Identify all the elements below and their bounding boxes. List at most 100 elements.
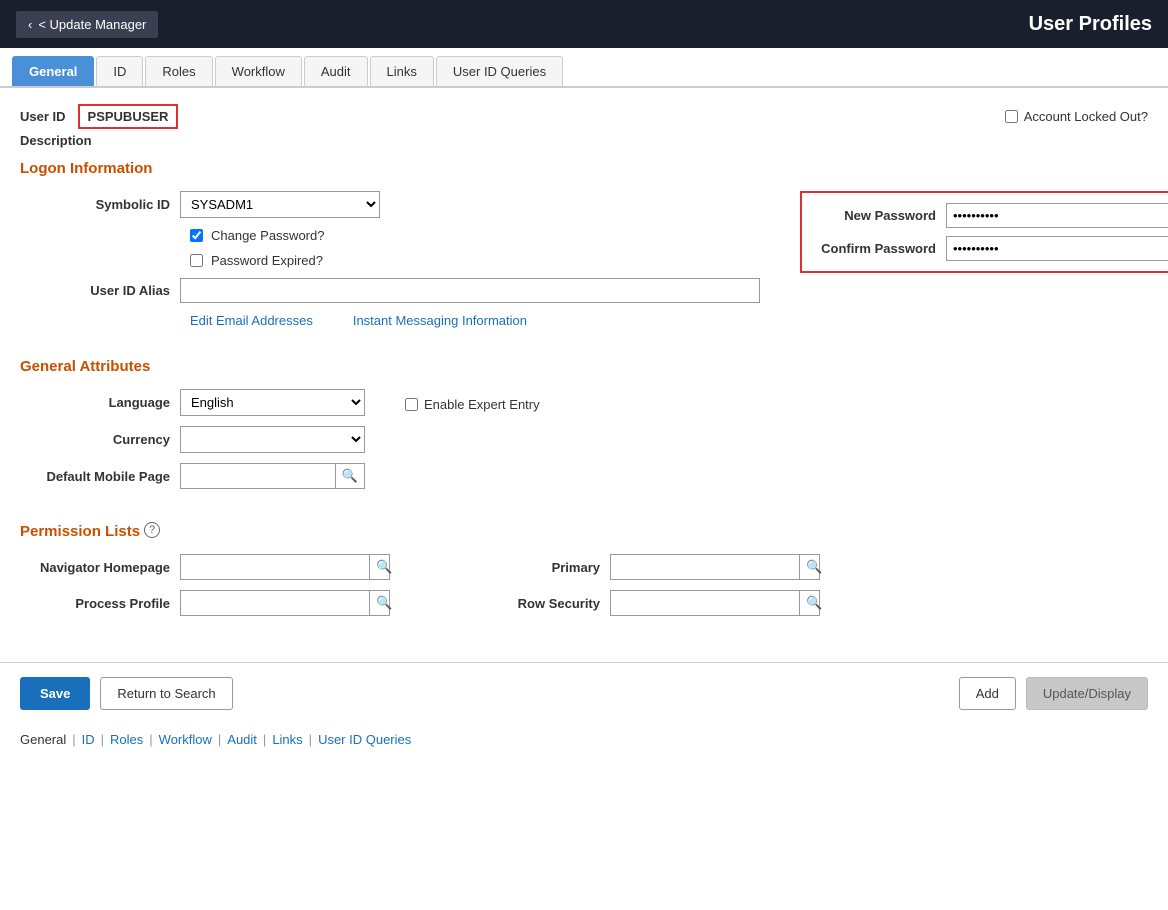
process-profile-label: Process Profile [20,596,180,611]
primary-input-wrap: 🔍 [610,554,820,580]
perm-right-col: Primary 🔍 Row Security 🔍 [450,554,820,616]
bottom-nav-audit[interactable]: Audit [227,732,257,747]
default-mobile-label: Default Mobile Page [20,469,180,484]
back-button-label: < Update Manager [38,17,146,32]
tab-audit[interactable]: Audit [304,56,368,86]
instant-messaging-link[interactable]: Instant Messaging Information [353,313,527,328]
user-id-left: User ID PSPUBUSER [20,104,178,129]
default-mobile-row: Default Mobile Page 🔍 [20,463,365,489]
update-display-button: Update/Display [1026,677,1148,710]
user-id-value: PSPUBUSER [78,104,179,129]
general-attributes-heading: General Attributes [20,358,1148,375]
tab-links[interactable]: Links [370,56,434,86]
enable-expert-checkbox[interactable] [405,398,418,411]
edit-email-link[interactable]: Edit Email Addresses [190,313,313,328]
bottom-nav-roles[interactable]: Roles [110,732,143,747]
process-profile-row: Process Profile 🔍 [20,590,390,616]
tab-general[interactable]: General [12,56,94,86]
user-id-alias-label: User ID Alias [20,283,180,298]
password-expired-checkbox[interactable] [190,254,203,267]
bottom-nav-user-id-queries[interactable]: User ID Queries [318,732,411,747]
bottom-nav: General | ID | Roles | Workflow | Audit … [0,724,1168,755]
symbolic-id-label: Symbolic ID [20,197,180,212]
tab-user-id-queries[interactable]: User ID Queries [436,56,563,86]
primary-input[interactable] [611,556,799,579]
add-button[interactable]: Add [959,677,1016,710]
change-password-checkbox[interactable] [190,229,203,242]
bottom-nav-links[interactable]: Links [272,732,302,747]
bottom-nav-id[interactable]: ID [82,732,95,747]
process-profile-search-btn[interactable]: 🔍 [369,591,398,615]
currency-label: Currency [20,432,180,447]
back-button[interactable]: ‹ < Update Manager [16,11,158,38]
symbolic-id-select[interactable]: SYSADM1 [180,191,380,218]
navigator-homepage-label: Navigator Homepage [20,560,180,575]
return-to-search-button[interactable]: Return to Search [100,677,232,710]
default-mobile-search-btn[interactable]: 🔍 [335,464,364,488]
footer-left-buttons: Save Return to Search [20,677,233,710]
general-attributes-section: General Attributes Language English Fren… [20,358,1148,499]
enable-expert-label: Enable Expert Entry [424,397,540,412]
language-select[interactable]: English French Spanish German [180,389,365,416]
permission-heading-row: Permission Lists ? [20,519,1148,540]
logon-left-col: Symbolic ID SYSADM1 Change Password? Pas… [20,191,760,338]
process-profile-input-wrap: 🔍 [180,590,390,616]
general-attributes-right: Enable Expert Entry [405,389,540,499]
symbolic-id-row: Symbolic ID SYSADM1 [20,191,760,218]
row-security-row: Row Security 🔍 [450,590,820,616]
password-box: New Password Confirm Password [800,191,1168,273]
new-password-row: New Password [816,203,1168,228]
permission-lists-heading: Permission Lists [20,523,140,540]
password-expired-label: Password Expired? [211,253,323,268]
navigator-homepage-input[interactable] [181,556,369,579]
sep-6: | [309,732,312,747]
help-icon[interactable]: ? [144,522,160,538]
user-id-alias-input[interactable] [180,278,760,303]
user-id-row: User ID PSPUBUSER Account Locked Out? [20,104,1148,129]
confirm-password-row: Confirm Password [816,236,1168,261]
app-header: ‹ < Update Manager User Profiles [0,0,1168,48]
general-attributes-left: Language English French Spanish German C… [20,389,365,499]
main-content: User ID PSPUBUSER Account Locked Out? De… [0,88,1168,652]
process-profile-input[interactable] [181,592,369,615]
account-locked-label: Account Locked Out? [1024,109,1148,124]
bottom-nav-general: General [20,732,66,747]
confirm-password-label: Confirm Password [816,241,946,256]
navigator-homepage-input-wrap: 🔍 [180,554,390,580]
bottom-nav-workflow[interactable]: Workflow [159,732,212,747]
row-security-search-btn[interactable]: 🔍 [799,591,828,615]
sep-2: | [101,732,104,747]
language-label: Language [20,395,180,410]
sep-5: | [263,732,266,747]
change-password-label: Change Password? [211,228,324,243]
footer-right-buttons: Add Update/Display [959,677,1148,710]
tabs-bar: General ID Roles Workflow Audit Links Us… [0,48,1168,88]
permission-lists-section: Permission Lists ? Navigator Homepage 🔍 … [20,519,1148,616]
back-arrow-icon: ‹ [28,17,32,32]
primary-label: Primary [450,560,610,575]
currency-select[interactable] [180,426,365,453]
footer-buttons: Save Return to Search Add Update/Display [0,662,1168,724]
logon-info-section: Logon Information Symbolic ID SYSADM1 Ch… [20,160,1148,338]
currency-row: Currency [20,426,365,453]
new-password-input[interactable] [946,203,1168,228]
new-password-label: New Password [816,208,946,223]
save-button[interactable]: Save [20,677,90,710]
row-security-input[interactable] [611,592,799,615]
sep-4: | [218,732,221,747]
tab-workflow[interactable]: Workflow [215,56,302,86]
tab-id[interactable]: ID [96,56,143,86]
navigator-homepage-search-btn[interactable]: 🔍 [369,555,398,579]
default-mobile-input-wrap: 🔍 [180,463,365,489]
sep-3: | [149,732,152,747]
page-title: User Profiles [1029,13,1152,36]
account-locked-checkbox[interactable] [1005,110,1018,123]
tab-roles[interactable]: Roles [145,56,212,86]
logon-right-col: New Password Confirm Password [800,191,1168,338]
default-mobile-input[interactable] [181,465,335,488]
confirm-password-input[interactable] [946,236,1168,261]
primary-search-btn[interactable]: 🔍 [799,555,828,579]
links-row: Edit Email Addresses Instant Messaging I… [20,313,760,328]
row-security-label: Row Security [450,596,610,611]
description-label: Description [20,133,1148,148]
